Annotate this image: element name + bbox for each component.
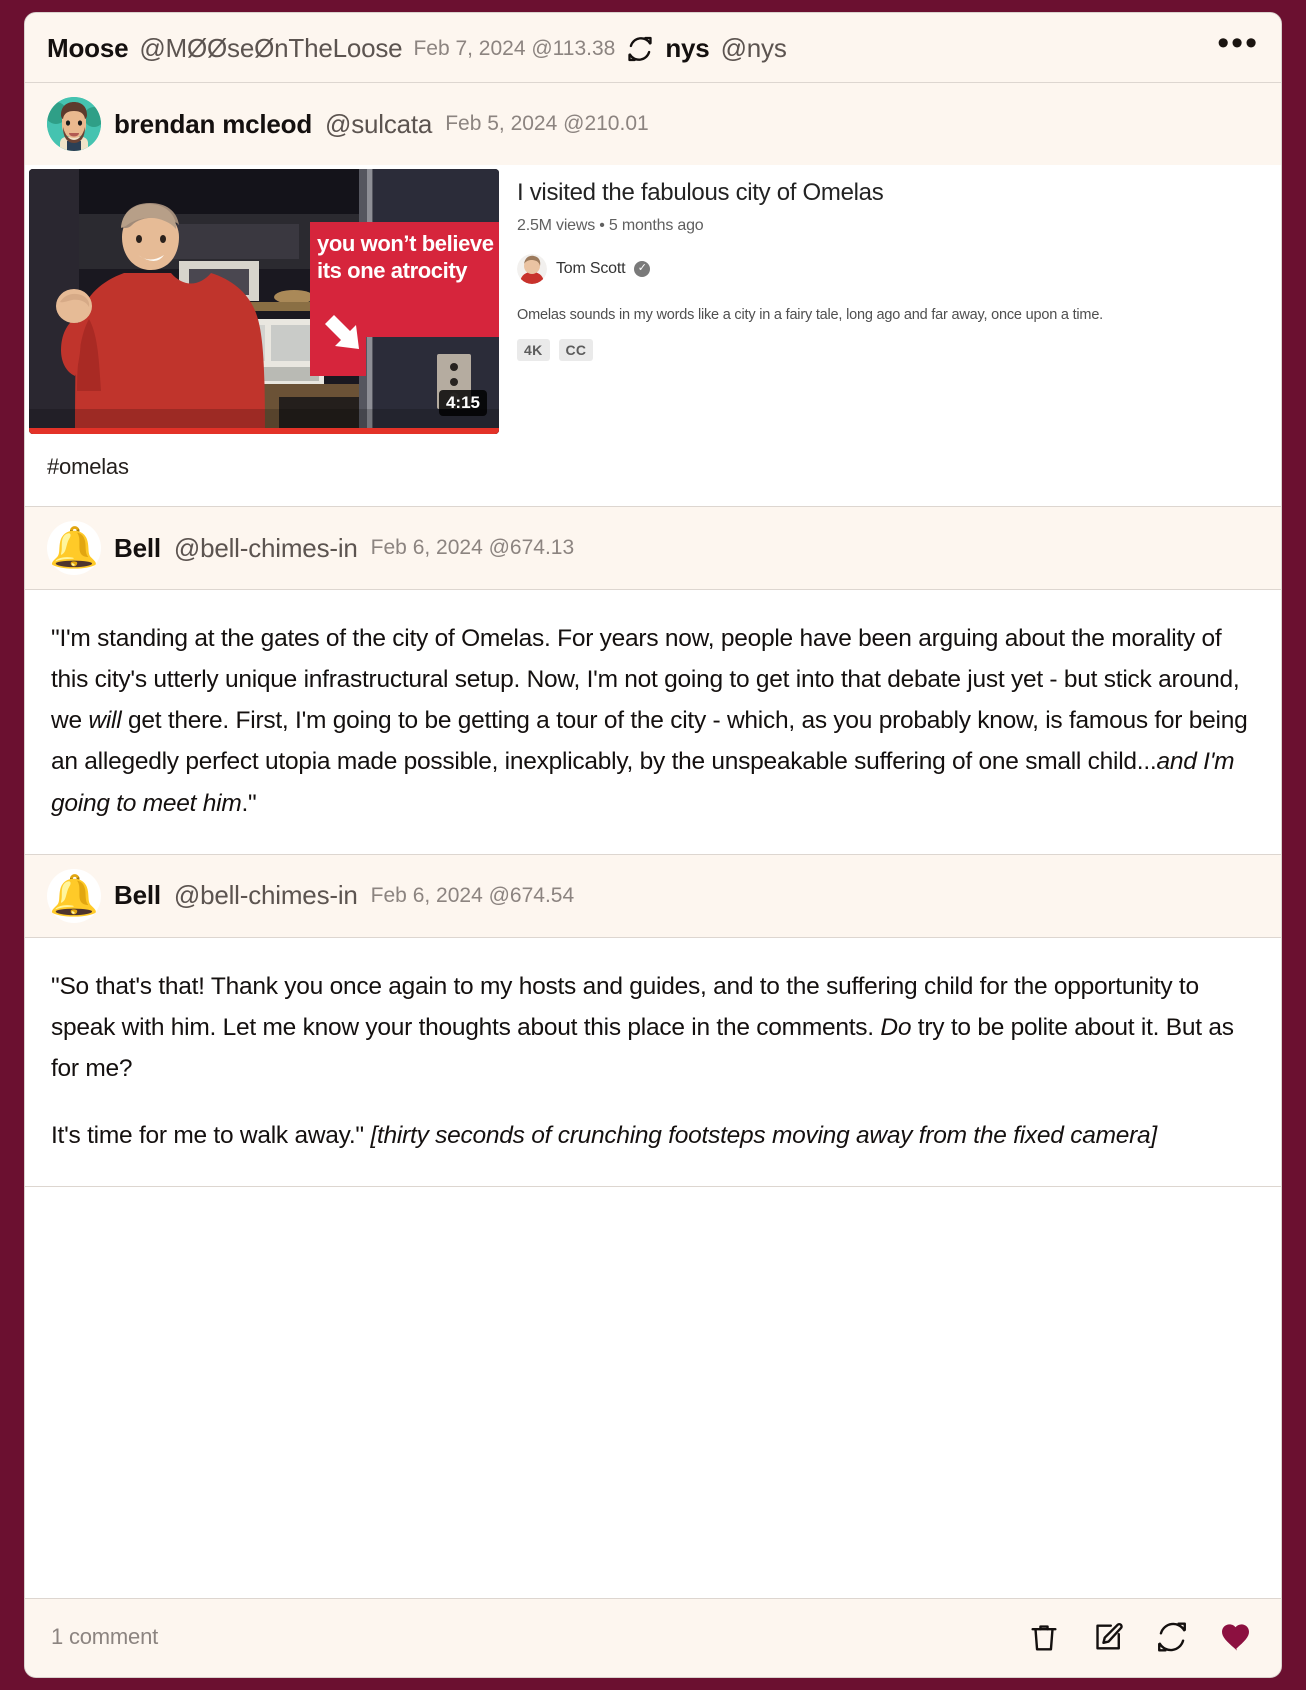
boosted-author-name[interactable]: nys — [665, 33, 709, 64]
paragraph: It's time for me to walk away." [thirty … — [51, 1122, 1157, 1150]
reply-2: 🔔 Bell @bell-chimes-in Feb 6, 2024 @674.… — [25, 854, 1281, 1188]
video-duration-badge: 4:15 — [438, 390, 487, 416]
link-preview-card[interactable]: you won’t believe its one atrocity 4:15 … — [25, 165, 1281, 434]
video-progress-bar — [29, 428, 499, 434]
video-stats: 2.5M views • 5 months ago — [517, 216, 704, 234]
verified-badge-icon: ✓ — [634, 260, 651, 277]
quoted-handle[interactable]: @sulcata — [325, 109, 432, 140]
reply-1-body: "I'm standing at the gates of the city o… — [25, 590, 1281, 854]
reply-2-timestamp: Feb 6, 2024 @674.54 — [370, 883, 575, 907]
thumbnail-caption-line1: you won’t believe — [317, 231, 494, 256]
repost-icon — [626, 35, 654, 63]
thumbnail-caption: you won’t believe its one atrocity — [317, 231, 499, 285]
boost-timestamp: Feb 7, 2024 @113.38 — [413, 36, 616, 60]
reply-2-display-name[interactable]: Bell — [114, 880, 161, 911]
boosted-author-handle[interactable]: @nys — [721, 33, 787, 64]
reply-1: 🔔 Bell @bell-chimes-in Feb 6, 2024 @674.… — [25, 507, 1281, 855]
reply-1-handle[interactable]: @bell-chimes-in — [174, 533, 358, 564]
reply-1-header: 🔔 Bell @bell-chimes-in Feb 6, 2024 @674.… — [25, 507, 1281, 590]
comment-count[interactable]: 1 comment — [51, 1624, 158, 1650]
heart-icon[interactable] — [1219, 1619, 1255, 1655]
booster-handle[interactable]: @MØØseØnTheLoose — [139, 33, 402, 64]
quoted-post: brendan mcleod @sulcata Feb 5, 2024 @210… — [25, 83, 1281, 507]
repost-icon[interactable] — [1155, 1620, 1189, 1654]
bell-emoji-avatar[interactable]: 🔔 — [47, 868, 101, 923]
quoted-display-name[interactable]: brendan mcleod — [114, 109, 312, 140]
delete-icon[interactable] — [1027, 1620, 1061, 1654]
thumbnail-caption-line2: its one atrocity — [317, 257, 468, 283]
badge-captions: CC — [558, 339, 594, 362]
badge-quality: 4K — [517, 339, 550, 362]
video-channel[interactable]: Tom Scott ✓ — [517, 253, 1261, 284]
video-description: Omelas sounds in my words like a city in… — [517, 306, 1104, 323]
reply-2-handle[interactable]: @bell-chimes-in — [174, 880, 358, 911]
bell-emoji-avatar[interactable]: 🔔 — [47, 521, 101, 575]
hashtag-row: #omelas — [25, 434, 1281, 506]
reply-2-body: "So that's that! Thank you once again to… — [25, 937, 1281, 1187]
reply-1-display-name[interactable]: Bell — [114, 533, 161, 564]
footer-actions — [1027, 1619, 1255, 1655]
video-progress-fill — [29, 428, 499, 434]
channel-name: Tom Scott — [556, 259, 626, 277]
channel-avatar — [517, 253, 547, 284]
video-badges: 4K CC — [517, 339, 1261, 362]
edit-icon[interactable] — [1091, 1620, 1125, 1654]
link-preview-meta: I visited the fabulous city of Omelas 2.… — [499, 165, 1281, 434]
quoted-post-header: brendan mcleod @sulcata Feb 5, 2024 @210… — [25, 83, 1281, 165]
boost-header: Moose @MØØseØnTheLoose Feb 7, 2024 @113.… — [25, 13, 1281, 83]
post-footer: 1 comment — [25, 1598, 1281, 1677]
video-thumbnail[interactable]: you won’t believe its one atrocity 4:15 — [29, 169, 499, 434]
user-avatar-illustration[interactable] — [47, 97, 101, 151]
post-card: Moose @MØØseØnTheLoose Feb 7, 2024 @113.… — [24, 12, 1282, 1678]
booster-display-name[interactable]: Moose — [47, 33, 129, 64]
quoted-timestamp: Feb 5, 2024 @210.01 — [445, 112, 649, 135]
paragraph: "So that's that! Thank you once again to… — [51, 972, 1234, 1083]
quoted-post-body: you won’t believe its one atrocity 4:15 … — [25, 165, 1281, 506]
hashtag-omelas[interactable]: #omelas — [47, 454, 129, 479]
paragraph: "I'm standing at the gates of the city o… — [51, 625, 1248, 817]
reply-2-header: 🔔 Bell @bell-chimes-in Feb 6, 2024 @674.… — [25, 854, 1281, 938]
more-options-icon[interactable]: ••• — [1217, 26, 1259, 62]
app-background: Moose @MØØseØnTheLoose Feb 7, 2024 @113.… — [0, 0, 1306, 1690]
reply-1-timestamp: Feb 6, 2024 @674.13 — [370, 536, 575, 559]
video-title[interactable]: I visited the fabulous city of Omelas — [517, 179, 1261, 208]
